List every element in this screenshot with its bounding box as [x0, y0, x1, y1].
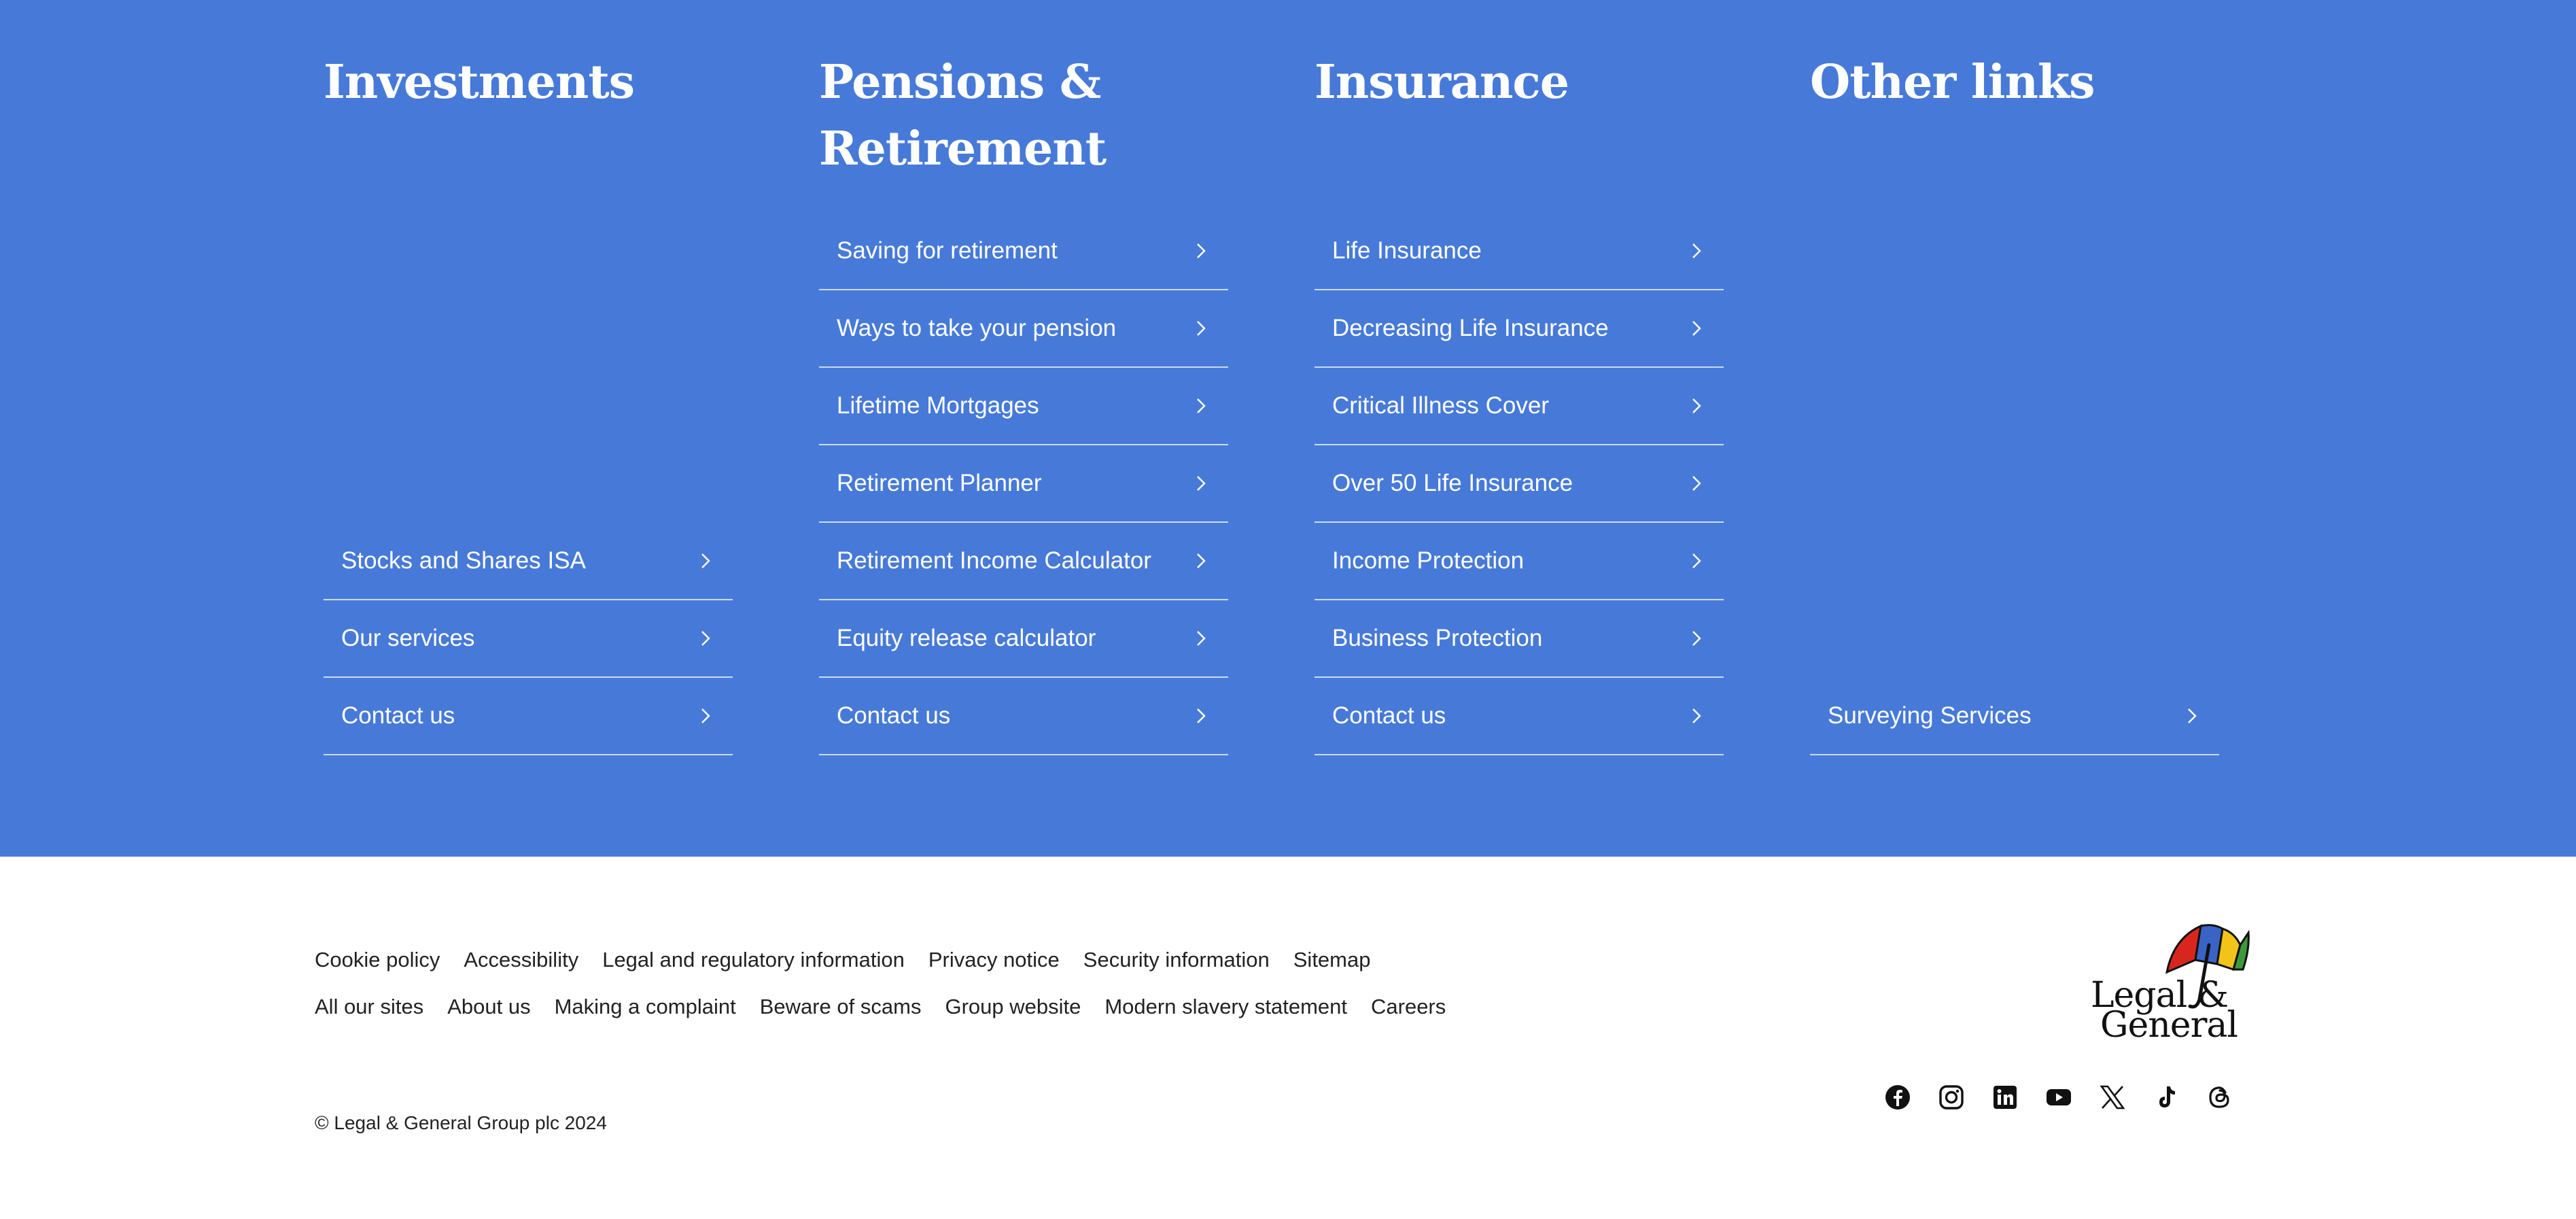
legal-links-row-2: All our sites About us Making a complain…	[315, 995, 1469, 1019]
column-link-list: Surveying Services	[1810, 678, 2219, 755]
footer-column-pensions: Pensions & Retirement Saving for retirem…	[819, 0, 1228, 857]
column-link-list: Life Insurance Decreasing Life Insurance…	[1315, 213, 1724, 755]
making-a-complaint-link[interactable]: Making a complaint	[555, 995, 736, 1019]
chevron-right-icon	[2188, 708, 2197, 723]
link-label: Equity release calculator	[837, 625, 1096, 651]
link-equity-release-calculator[interactable]: Equity release calculator	[819, 600, 1228, 678]
chevron-right-icon	[1197, 243, 1206, 258]
chevron-right-icon	[1197, 553, 1206, 568]
chevron-right-icon	[1692, 708, 1701, 723]
chevron-right-icon	[1692, 631, 1701, 646]
chevron-right-icon	[1197, 476, 1206, 491]
link-life-insurance[interactable]: Life Insurance	[1315, 213, 1724, 290]
chevron-right-icon	[1197, 708, 1206, 723]
linkedin-icon[interactable]	[1991, 1084, 2019, 1111]
column-title: Insurance	[1315, 55, 1569, 109]
link-label: Saving for retirement	[837, 237, 1058, 264]
sitemap-link[interactable]: Sitemap	[1293, 948, 1371, 972]
link-label: Contact us	[341, 702, 455, 729]
chevron-right-icon	[701, 708, 710, 723]
link-label: Surveying Services	[1828, 702, 2032, 729]
link-retirement-income-calculator[interactable]: Retirement Income Calculator	[819, 523, 1228, 600]
link-contact-us[interactable]: Contact us	[324, 678, 733, 755]
tiktok-icon[interactable]	[2153, 1084, 2180, 1111]
link-label: Ways to take your pension	[837, 315, 1117, 341]
column-title: Other links	[1810, 55, 2095, 109]
footer-nav-band: Investments Stocks and Shares ISA Our se…	[0, 0, 2576, 857]
threads-icon[interactable]	[2206, 1084, 2233, 1111]
link-saving-for-retirement[interactable]: Saving for retirement	[819, 213, 1228, 290]
link-critical-illness-cover[interactable]: Critical Illness Cover	[1315, 368, 1724, 445]
legal-links-row-1: Cookie policy Accessibility Legal and re…	[315, 948, 1394, 972]
link-label: Income Protection	[1332, 547, 1525, 574]
group-website-link[interactable]: Group website	[945, 995, 1081, 1019]
chevron-right-icon	[701, 553, 710, 568]
chevron-right-icon	[1692, 398, 1701, 413]
link-business-protection[interactable]: Business Protection	[1315, 600, 1724, 678]
link-lifetime-mortgages[interactable]: Lifetime Mortgages	[819, 368, 1228, 445]
link-label: Critical Illness Cover	[1332, 392, 1549, 419]
footer-column-insurance: Insurance Life Insurance Decreasing Life…	[1315, 0, 1724, 857]
link-our-services[interactable]: Our services	[324, 600, 733, 678]
link-surveying-services[interactable]: Surveying Services	[1810, 678, 2219, 755]
cookie-policy-link[interactable]: Cookie policy	[315, 948, 440, 972]
instagram-icon[interactable]	[1938, 1084, 1965, 1111]
legal-and-general-logo[interactable]: Legal & General	[2087, 918, 2252, 1044]
legal-regulatory-link[interactable]: Legal and regulatory information	[602, 948, 905, 972]
chevron-right-icon	[701, 631, 710, 646]
careers-link[interactable]: Careers	[1371, 995, 1446, 1019]
link-label: Business Protection	[1332, 625, 1543, 651]
link-label: Our services	[341, 625, 475, 651]
link-label: Contact us	[837, 702, 951, 729]
link-ways-to-take-pension[interactable]: Ways to take your pension	[819, 290, 1228, 368]
link-contact-us[interactable]: Contact us	[819, 678, 1228, 755]
copyright-text: © Legal & General Group plc 2024	[315, 1112, 608, 1133]
column-link-list: Stocks and Shares ISA Our services Conta…	[324, 523, 733, 755]
link-label: Over 50 Life Insurance	[1332, 470, 1573, 496]
link-label: Retirement Income Calculator	[837, 547, 1151, 574]
link-label: Life Insurance	[1332, 237, 1482, 264]
social-icons	[1884, 1084, 2233, 1111]
column-link-list: Saving for retirement Ways to take your …	[819, 213, 1228, 755]
chevron-right-icon	[1692, 553, 1701, 568]
link-income-protection[interactable]: Income Protection	[1315, 523, 1724, 600]
link-label: Decreasing Life Insurance	[1332, 315, 1609, 341]
link-decreasing-life-insurance[interactable]: Decreasing Life Insurance	[1315, 290, 1724, 368]
link-retirement-planner[interactable]: Retirement Planner	[819, 445, 1228, 523]
all-our-sites-link[interactable]: All our sites	[315, 995, 423, 1019]
footer-column-investments: Investments Stocks and Shares ISA Our se…	[324, 0, 733, 857]
x-icon[interactable]	[2099, 1084, 2126, 1111]
security-information-link[interactable]: Security information	[1083, 948, 1270, 972]
link-label: Contact us	[1332, 702, 1446, 729]
logo-text-line-2: General	[2100, 1005, 2238, 1046]
link-label: Lifetime Mortgages	[837, 392, 1039, 419]
chevron-right-icon	[1197, 321, 1206, 336]
column-title: Investments	[324, 55, 635, 109]
facebook-icon[interactable]	[1884, 1084, 1911, 1111]
chevron-right-icon	[1692, 243, 1701, 258]
link-contact-us[interactable]: Contact us	[1315, 678, 1724, 755]
footer-column-other-links: Other links Surveying Services	[1810, 0, 2219, 857]
chevron-right-icon	[1197, 631, 1206, 646]
column-title: Pensions & Retirement	[819, 55, 1107, 176]
youtube-icon[interactable]	[2045, 1084, 2072, 1111]
chevron-right-icon	[1692, 476, 1701, 491]
accessibility-link[interactable]: Accessibility	[464, 948, 578, 972]
link-stocks-and-shares-isa[interactable]: Stocks and Shares ISA	[324, 523, 733, 600]
link-label: Stocks and Shares ISA	[341, 547, 586, 574]
modern-slavery-statement-link[interactable]: Modern slavery statement	[1104, 995, 1347, 1019]
link-over-50-life-insurance[interactable]: Over 50 Life Insurance	[1315, 445, 1724, 523]
link-label: Retirement Planner	[837, 470, 1042, 496]
about-us-link[interactable]: About us	[447, 995, 530, 1019]
chevron-right-icon	[1197, 398, 1206, 413]
beware-of-scams-link[interactable]: Beware of scams	[760, 995, 922, 1019]
privacy-notice-link[interactable]: Privacy notice	[928, 948, 1060, 972]
chevron-right-icon	[1692, 321, 1701, 336]
